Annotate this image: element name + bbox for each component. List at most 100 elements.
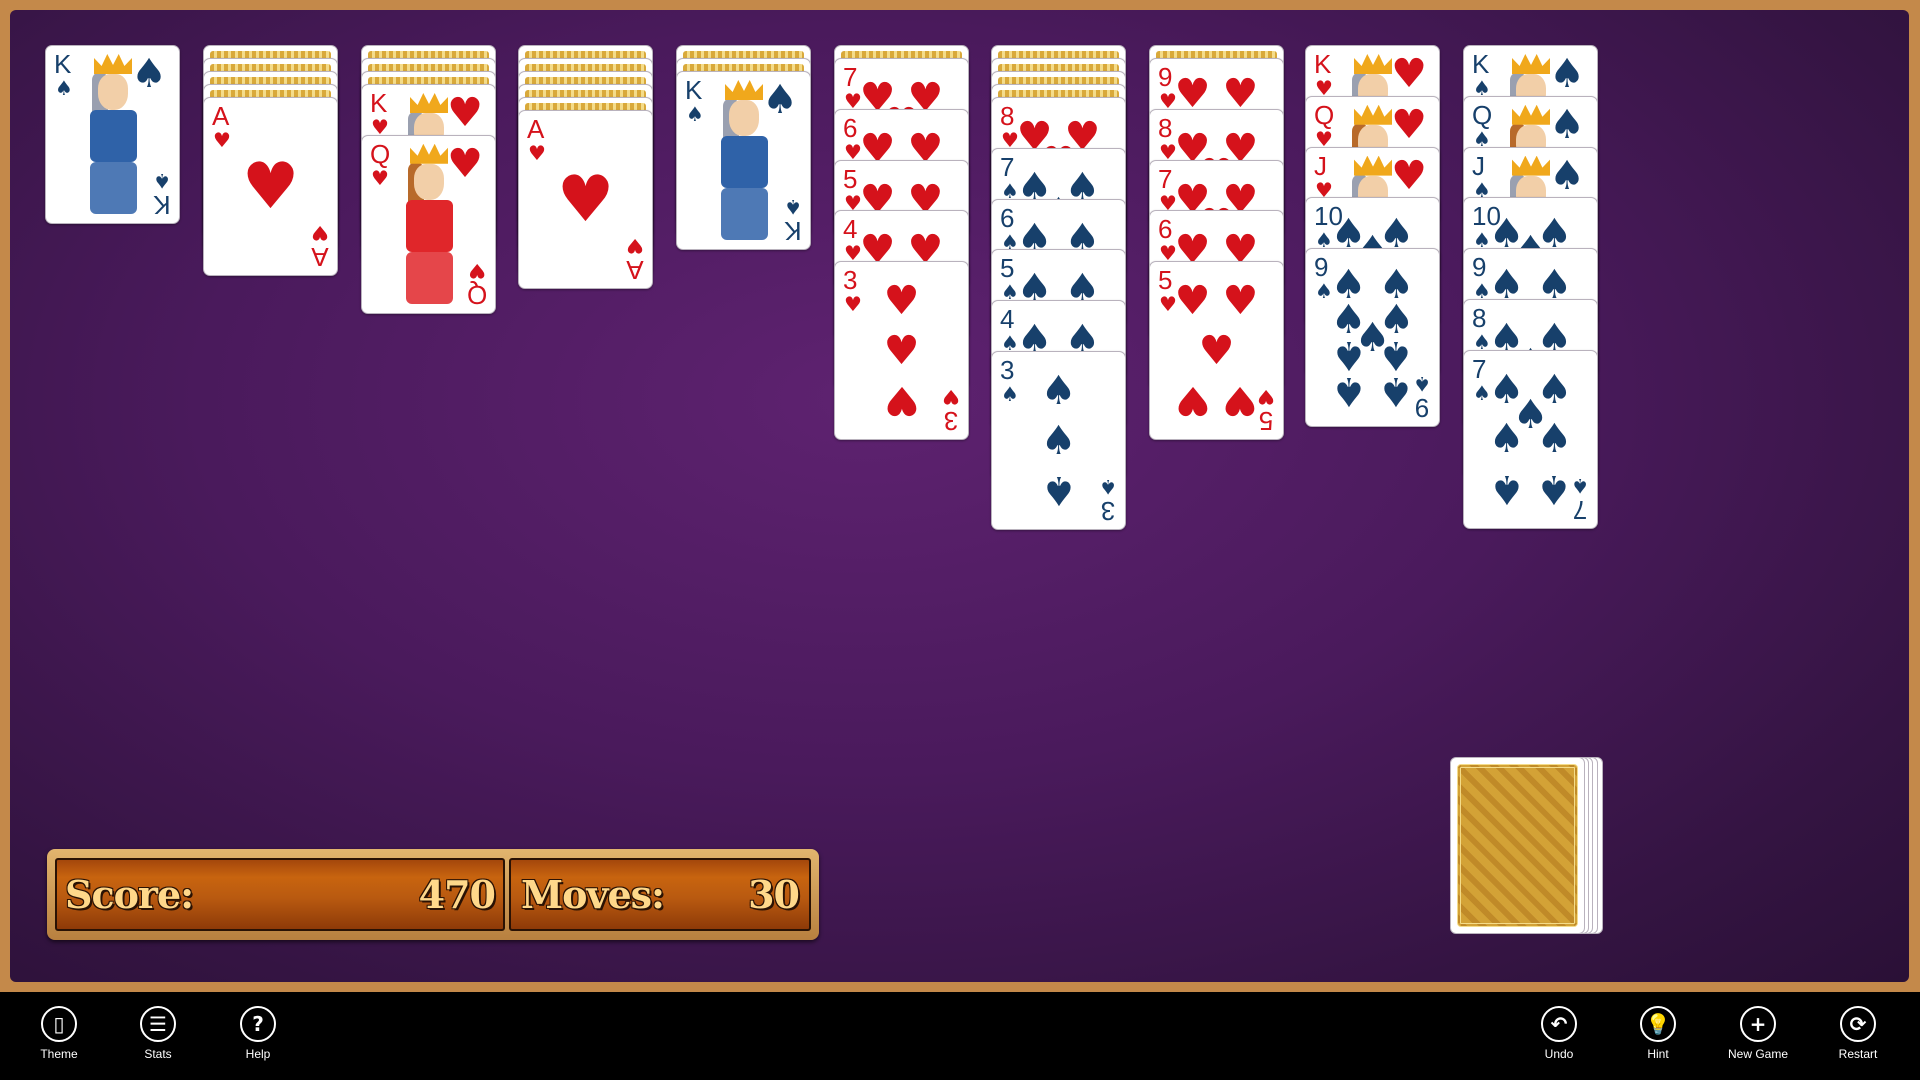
playing-card[interactable]: A ♥ ♥ A ♥ [203,97,338,276]
spade-pip-icon: ♠ [1488,416,1525,463]
card-rank: 7 [1000,151,1015,182]
card-rank: Q [466,279,487,310]
playing-card[interactable]: Q♥♥Q♥ [361,134,496,314]
card-rank: 9 [1314,252,1329,283]
help-button[interactable]: ? Help [213,1006,303,1061]
crown-icon [1512,104,1550,125]
playing-card[interactable]: K♠♠K♠ [45,45,180,224]
card-corner-bottom: 9♠ [1413,372,1431,424]
new-game-button[interactable]: + New Game [1713,1006,1803,1061]
card-rank: J [1472,150,1485,181]
card-rank: Q [1314,99,1335,130]
crown-icon [1354,104,1392,125]
app-bar: ▯ Theme ☰ Stats ? Help ↶ Undo 💡 Hint + New Game ⟳ Res… [0,992,1920,1080]
spade-icon: ♠ [686,102,704,126]
hint-button[interactable]: 💡 Hint [1613,1006,1703,1061]
spade-pip-icon: ♠ [1040,417,1077,464]
moves-value: 30 [748,872,800,917]
stats-icon: ☰ [140,1006,176,1042]
spade-icon: ♠ [784,195,802,219]
figure-body [721,136,768,188]
face-card-figure [717,80,772,243]
new-game-icon: + [1740,1006,1776,1042]
card-rank: 5 [1258,406,1274,437]
figure-body [406,199,453,252]
game-frame: K♠♠K♠A♥♥A♥K♥♥K♥Q♥♥Q♥A♥♥A♥K♠♠K♠7♥♥♥♥♥♥♥♥7… [0,0,1920,992]
score-panel: Score: 470 Moves: 30 [47,849,819,940]
card-rank: J [1314,150,1327,181]
crown-icon [725,80,763,100]
undo-icon: ↶ [1541,1006,1577,1042]
spade-pip-icon: ♠ [1536,416,1573,463]
card-rank: 8 [1000,101,1015,131]
spade-pip-icon: ♠ [1040,367,1077,414]
crown-icon [1354,155,1392,176]
restart-button[interactable]: ⟳ Restart [1813,1006,1903,1061]
stats-button[interactable]: ☰ Stats [113,1006,203,1061]
moves-label: Moves: [521,872,665,917]
playing-card[interactable]: K♠♠K♠ [676,71,811,250]
score-value: 470 [418,872,496,917]
figure-head [729,100,759,136]
undo-button[interactable]: ↶ Undo [1514,1006,1604,1061]
figure-body [90,110,137,162]
card-rank: 5 [1000,253,1015,284]
heart-icon: ♥ [528,141,546,165]
playing-card[interactable]: 3 ♠ ♠ ♠ ♠ 3 ♠ [991,351,1126,530]
crown-icon [1512,54,1550,74]
card-corner-bottom: A ♥ [626,234,644,285]
heart-icon: ♥ [371,165,389,190]
spade-icon: ♠ [1571,473,1589,498]
spade-pip-icon: ♠ [1378,367,1415,414]
spade-pip-icon: ♠ [1488,465,1525,512]
card-corner-bottom: K♠ [784,195,802,246]
heart-icon: ♥ [942,385,960,410]
card-rank: 7 [1472,353,1487,384]
card-rank: A [626,255,644,285]
hint-icon: 💡 [1640,1006,1676,1042]
card-corner-bottom: 3 ♠ [1099,475,1117,526]
playing-card[interactable]: 7♠♠♠♠♠♠♠♠7♠ [1463,349,1598,529]
card-rank: 5 [843,163,858,194]
spade-pip-icon: ♠ [1330,367,1367,414]
card-corner-bottom: 7♠ [1571,473,1589,525]
heart-pip-icon: ♥ [1174,377,1211,424]
button-label: Help [245,1047,271,1061]
face-card-figure [402,143,457,307]
heart-icon: ♥ [844,292,862,317]
stock-top-card[interactable] [1450,757,1585,934]
playing-card[interactable]: A ♥ ♥ A ♥ [518,110,653,289]
crown-icon [1512,155,1550,176]
card-rank: 9 [1472,252,1487,283]
card-rank: K [1314,49,1332,79]
spade-icon: ♠ [55,76,73,100]
button-label: New Game [1727,1047,1789,1061]
card-rank: A [212,101,230,131]
heart-icon: ♥ [213,128,231,152]
spade-icon: ♠ [1099,475,1117,499]
spade-icon: ♠ [1413,372,1431,397]
stock-pile[interactable] [1450,757,1620,937]
card-rank: K [370,88,388,118]
card-rank: K [685,75,703,105]
restart-icon: ⟳ [1840,1006,1876,1042]
card-corner-bottom: K♠ [153,169,171,220]
playing-card[interactable]: 3 ♥ ♥ ♥ ♥ 3 ♥ [834,261,969,441]
card-rank: 7 [1158,163,1173,194]
button-label: Undo [1544,1047,1574,1061]
card-rank: 6 [1158,214,1173,245]
score-box: Score: 470 [55,858,505,931]
heart-icon: ♥ [467,258,486,283]
theme-button[interactable]: ▯ Theme [14,1006,104,1061]
crown-icon [1354,54,1392,74]
playing-card[interactable]: 9♠♠♠♠♠♠♠♠♠♠9♠ [1305,248,1440,428]
heart-pip-icon: ♥ [556,162,615,237]
heart-pip-icon: ♥ [241,149,300,224]
playing-card[interactable]: 5♥♥♥♥♥♥5♥ [1149,261,1284,441]
card-rank: 9 [1414,393,1430,424]
card-rank: K [784,216,802,246]
heart-icon: ♥ [626,234,644,258]
card-rank: A [527,114,545,144]
button-label: Stats [144,1047,172,1061]
score-label: Score: [65,872,194,917]
